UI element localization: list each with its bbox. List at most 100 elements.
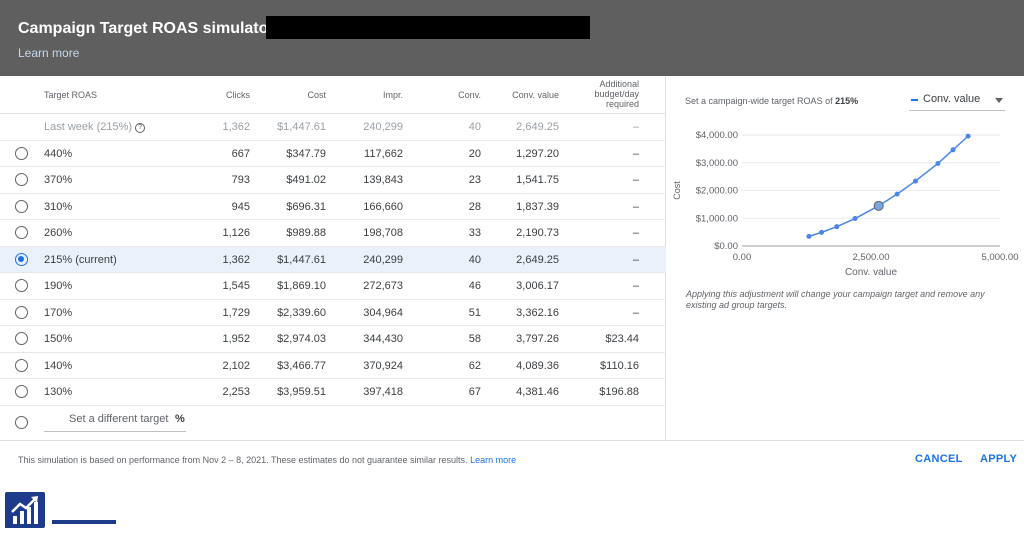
row-cost: $989.88 xyxy=(286,227,326,239)
table-header-row: Target ROAS Clicks Cost Impr. Conv. Conv… xyxy=(0,76,666,114)
table-row[interactable]: 130% 2,253 $3,959.51 397,418 67 4,381.46 $196.… xyxy=(0,379,666,406)
target-radio[interactable] xyxy=(15,279,28,292)
target-radio[interactable] xyxy=(15,199,28,213)
table-row[interactable]: 440% 667 $347.79 117,662 20 1,297.20 – xyxy=(0,141,666,167)
row-cost: $3,466.77 xyxy=(277,359,326,372)
row-impr: 272,673 xyxy=(363,280,403,292)
table-row[interactable]: 140% 2,102 $3,466.77 370,924 62 4,089.36 $110.… xyxy=(0,353,666,379)
row-impr: 370,924 xyxy=(363,359,403,372)
row-conv-value: 3,006.17 xyxy=(516,280,559,292)
metric-dropdown-value: Conv. value xyxy=(923,93,981,105)
row-clicks: 1,362 xyxy=(222,253,250,266)
row-clicks: 945 xyxy=(231,200,250,213)
row-conv: 46 xyxy=(468,280,481,292)
row-conv: 40 xyxy=(468,253,481,266)
last-week-additional: – xyxy=(632,121,639,133)
header-additional-line-2: budget/day xyxy=(594,89,639,99)
chart-panel: Set a campaign-wide target ROAS of 215% … xyxy=(667,76,1024,440)
table-row[interactable]: 260% 1,126 $989.88 198,708 33 2,190.73 – xyxy=(0,220,666,247)
row-conv-value: 1,297.20 xyxy=(516,147,559,160)
last-week-conv-value: 2,649.25 xyxy=(516,121,559,133)
metric-dropdown[interactable]: Conv. value xyxy=(909,91,1005,111)
row-clicks: 2,102 xyxy=(222,359,250,372)
last-week-cost: $1,447.61 xyxy=(277,121,326,133)
current-point-marker xyxy=(873,200,884,211)
row-clicks: 1,729 xyxy=(222,306,250,319)
row-label: 170% xyxy=(44,306,73,319)
last-week-impr: 240,299 xyxy=(363,121,403,133)
row-conv: 62 xyxy=(468,359,481,372)
data-point xyxy=(950,147,956,153)
header-additional-line-1: Additional xyxy=(599,79,639,89)
chevron-down-icon xyxy=(995,98,1003,103)
x-tick-label: 5,000.00 xyxy=(982,252,1019,263)
last-week-label: Last week (215%) xyxy=(44,121,133,133)
row-conv-value: 4,381.46 xyxy=(516,386,559,398)
header-learn-more-link[interactable]: Learn more xyxy=(18,46,79,60)
row-conv: 23 xyxy=(468,174,481,186)
row-cost: $2,339.60 xyxy=(277,306,326,319)
row-conv-value: 2,190.73 xyxy=(516,227,559,239)
row-impr: 240,299 xyxy=(363,253,403,266)
data-point xyxy=(935,160,941,166)
row-conv-value: 4,089.36 xyxy=(516,359,559,372)
row-additional: – xyxy=(632,227,639,239)
y-tick-label: $1,000.00 xyxy=(696,213,738,224)
caption-prefix: Set a campaign-wide target ROAS of xyxy=(685,96,833,106)
caption-roas-value: 215% xyxy=(835,96,859,106)
x-axis-label: Conv. value xyxy=(845,267,898,278)
table-row[interactable]: 310% 945 $696.31 166,660 28 1,837.39 – xyxy=(0,194,666,220)
target-radio[interactable] xyxy=(15,173,28,186)
target-radio[interactable] xyxy=(15,385,28,398)
custom-target-input[interactable]: Set a different target % xyxy=(44,408,186,432)
y-tick-label: $4,000.00 xyxy=(696,130,738,141)
row-clicks: 1,952 xyxy=(222,333,250,345)
row-conv: 51 xyxy=(468,306,481,319)
last-week-clicks: 1,362 xyxy=(222,121,250,133)
footer-learn-more-link[interactable]: Learn more xyxy=(470,455,516,465)
table-row[interactable]: 215% (current) 1,362 $1,447.61 240,299 40 2,6… xyxy=(0,246,666,273)
help-icon[interactable]: ? xyxy=(135,123,146,133)
target-radio[interactable] xyxy=(15,305,28,319)
table-row[interactable]: 150% 1,952 $2,974.03 344,430 58 3,797.26 $23.4… xyxy=(0,326,666,353)
target-radio[interactable] xyxy=(15,358,28,372)
y-tick-label: $0.00 xyxy=(714,241,738,252)
table-row[interactable]: 370% 793 $491.02 139,843 23 1,541.75 – xyxy=(0,167,666,194)
row-additional: $23.44 xyxy=(605,333,639,345)
simulation-table: Target ROAS Clicks Cost Impr. Conv. Conv… xyxy=(0,76,666,440)
table-row[interactable]: 190% 1,545 $1,869.10 272,673 46 3,006.17 – xyxy=(0,273,666,300)
y-axis-label: Cost xyxy=(672,181,682,200)
row-cost: $1,869.10 xyxy=(277,280,326,292)
redacted-campaign-name xyxy=(266,16,590,39)
header-conv-value: Conv. value xyxy=(512,90,559,100)
custom-target-placeholder: Set a different target xyxy=(69,413,169,425)
row-cost: $696.31 xyxy=(286,200,326,213)
logo-underline xyxy=(52,520,116,524)
row-impr: 397,418 xyxy=(363,386,403,398)
dialog-footer: This simulation is based on performance … xyxy=(0,440,1024,480)
target-radio[interactable] xyxy=(15,332,28,345)
target-radio[interactable] xyxy=(15,226,28,239)
row-additional: – xyxy=(632,306,639,319)
row-cost: $2,974.03 xyxy=(277,333,326,345)
row-conv-value: 1,541.75 xyxy=(516,174,559,186)
apply-button[interactable]: APPLY xyxy=(980,453,1017,465)
target-radio[interactable] xyxy=(15,252,28,266)
header-additional-budget: Additional budget/day required xyxy=(568,79,639,109)
target-radio[interactable] xyxy=(15,146,28,160)
row-impr: 117,662 xyxy=(364,147,403,160)
table-row[interactable]: 170% 1,729 $2,339.60 304,964 51 3,362.16 – xyxy=(0,300,666,326)
data-point xyxy=(912,178,918,184)
row-label: 130% xyxy=(44,386,73,398)
row-conv: 58 xyxy=(468,333,481,345)
row-conv-value: 3,797.26 xyxy=(516,333,559,345)
row-conv: 20 xyxy=(468,147,481,160)
data-point xyxy=(965,133,971,139)
row-additional: – xyxy=(632,200,639,213)
custom-target-radio[interactable] xyxy=(15,416,28,429)
header-impr: Impr. xyxy=(382,90,403,100)
header-cost: Cost xyxy=(307,90,326,100)
cancel-button[interactable]: CANCEL xyxy=(915,453,963,465)
chart-note: Applying this adjustment will change you… xyxy=(686,289,985,310)
row-cost: $347.79 xyxy=(286,147,326,160)
